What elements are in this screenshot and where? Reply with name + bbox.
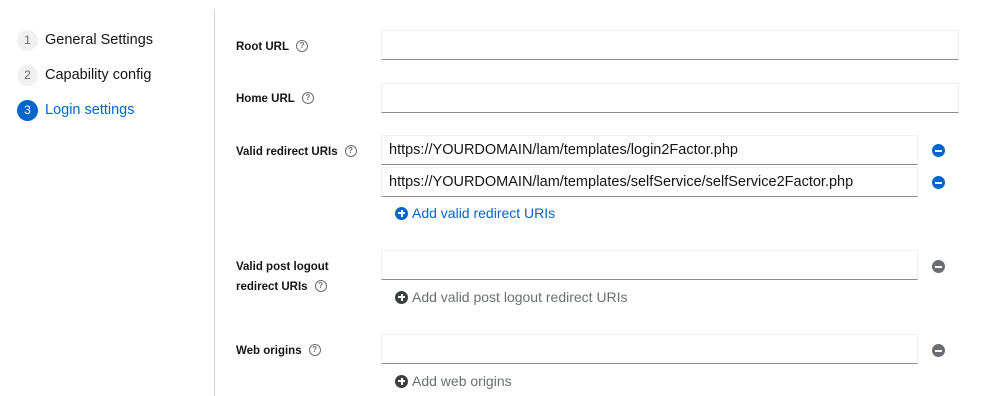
add-circle-icon — [395, 290, 408, 304]
valid-redirect-uris-label: Valid redirect URIs? — [236, 142, 357, 162]
help-icon[interactable]: ? — [301, 91, 314, 104]
valid-redirect-uri-input[interactable] — [381, 167, 918, 197]
remove-web-origin-icon[interactable] — [932, 344, 945, 357]
remove-redirect-uri-icon[interactable] — [932, 176, 945, 189]
help-icon[interactable]: ? — [314, 279, 327, 292]
add-circle-icon — [395, 206, 408, 220]
add-valid-redirect-uris-button[interactable]: Add valid redirect URIs — [395, 205, 555, 221]
help-icon[interactable]: ? — [308, 343, 321, 356]
home-url-input[interactable] — [381, 83, 959, 113]
step-label: General Settings — [45, 32, 154, 48]
add-web-origins-button[interactable]: Add web origins — [395, 373, 512, 389]
step-label: Login settings — [45, 102, 135, 118]
wizard-step-capability-config[interactable]: 2 Capability config — [17, 64, 151, 86]
post-logout-redirect-uri-input[interactable] — [381, 250, 918, 280]
valid-redirect-uri-input[interactable] — [381, 135, 918, 165]
step-number: 2 — [17, 64, 38, 86]
post-logout-label-line2: redirect URIs? — [236, 277, 327, 297]
web-origins-label: Web origins? — [236, 341, 321, 361]
post-logout-label-line1: Valid post logout — [236, 261, 329, 273]
step-label: Capability config — [45, 67, 152, 83]
web-origins-input[interactable] — [381, 334, 918, 364]
wizard-step-general-settings[interactable]: 1 General Settings — [17, 29, 153, 51]
help-icon[interactable]: ? — [296, 39, 309, 52]
add-post-logout-redirect-uris-button[interactable]: Add valid post logout redirect URIs — [395, 289, 628, 305]
wizard-nav: 1 General Settings 2 Capability config 3… — [0, 0, 214, 396]
root-url-input[interactable] — [381, 30, 959, 60]
step-number: 3 — [17, 99, 38, 121]
add-circle-icon — [395, 374, 408, 388]
wizard-divider — [214, 9, 215, 396]
home-url-label: Home URL? — [236, 89, 314, 109]
remove-redirect-uri-icon[interactable] — [932, 144, 945, 157]
remove-post-logout-uri-icon[interactable] — [932, 260, 945, 273]
help-icon[interactable]: ? — [344, 144, 357, 157]
step-number: 1 — [17, 29, 38, 51]
wizard-step-login-settings[interactable]: 3 Login settings — [17, 99, 134, 121]
root-url-label: Root URL? — [236, 37, 309, 57]
